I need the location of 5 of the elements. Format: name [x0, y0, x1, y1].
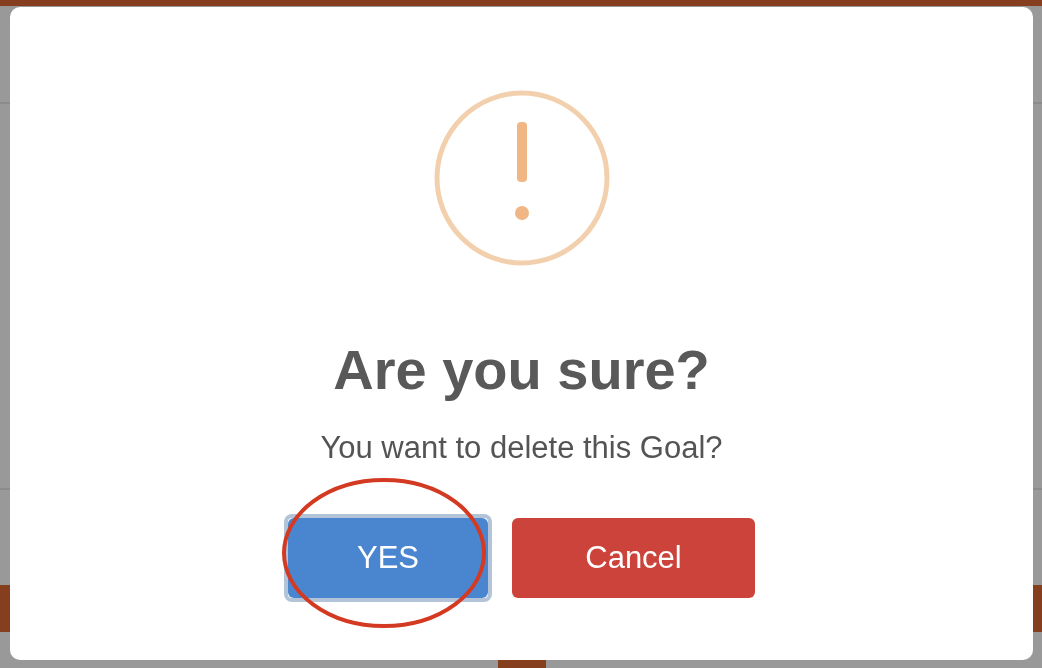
warning-icon — [433, 90, 610, 266]
cancel-button[interactable]: Cancel — [512, 518, 755, 598]
yes-button[interactable]: YES — [288, 518, 488, 598]
dialog-message: You want to delete this Goal? — [320, 429, 723, 467]
dialog-title: Are you sure? — [333, 338, 710, 402]
